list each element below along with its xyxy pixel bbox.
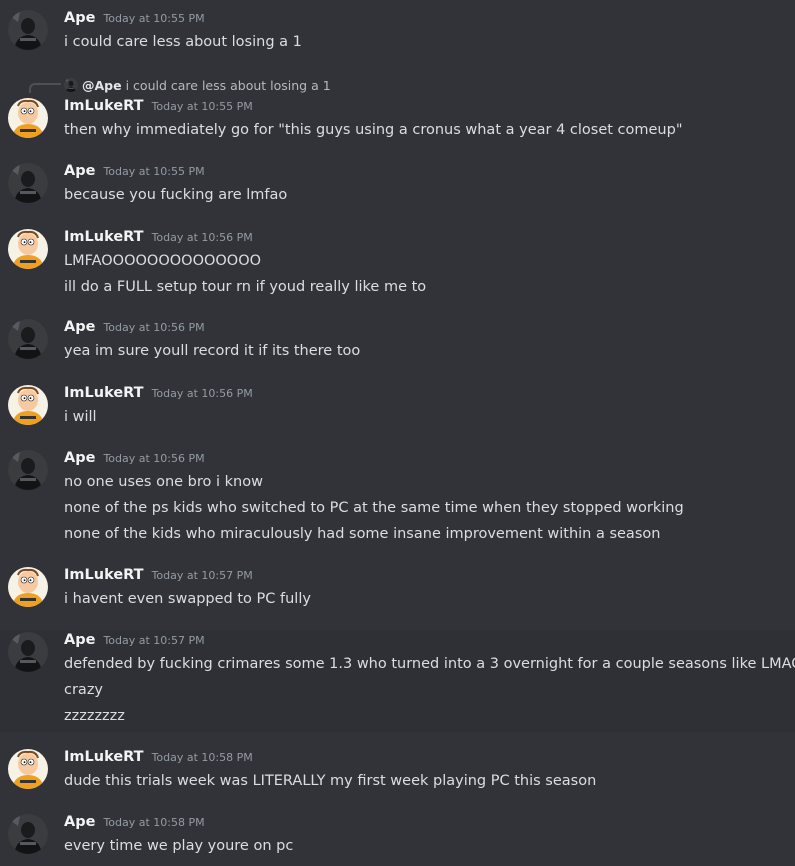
message-header: ImLukeRT Today at 10:55 PM — [64, 98, 253, 118]
message-text: none of the kids who miraculously had so… — [64, 526, 661, 542]
username[interactable]: Ape — [64, 632, 95, 648]
reply-preview[interactable]: @Ape i could care less about losing a 1 — [64, 76, 331, 94]
message-text: i could care less about losing a 1 — [64, 34, 302, 50]
message-item[interactable]: Ape Today at 10:56 PM yea im sure youll re… — [0, 317, 795, 367]
message-text: defended by fucking crimares some 1.3 wh… — [64, 656, 795, 672]
message-item[interactable]: Ape Today at 10:55 PM i could care less ab… — [0, 8, 795, 58]
message-item[interactable]: @Ape i could care less about losing a 1 Im… — [0, 74, 795, 146]
ape-avatar-icon[interactable] — [8, 163, 48, 203]
username[interactable]: ImLukeRT — [64, 98, 144, 114]
timestamp[interactable]: Today at 10:55 PM — [103, 165, 204, 178]
message-item[interactable]: ImLukeRT Today at 10:56 PM i will — [0, 383, 795, 433]
timestamp[interactable]: Today at 10:57 PM — [152, 569, 253, 582]
message-text: none of the ps kids who switched to PC a… — [64, 500, 684, 516]
message-header: ImLukeRT Today at 10:56 PM — [64, 229, 253, 249]
ape-avatar-icon[interactable] — [8, 814, 48, 854]
message-header: Ape Today at 10:58 PM — [64, 814, 205, 834]
message-header: Ape Today at 10:55 PM — [64, 10, 205, 30]
username[interactable]: ImLukeRT — [64, 385, 144, 401]
peter-avatar-icon[interactable] — [8, 567, 48, 607]
reply-text: i could care less about losing a 1 — [125, 77, 331, 93]
message-text: no one uses one bro i know — [64, 474, 263, 490]
ape-avatar-icon[interactable] — [8, 10, 48, 50]
message-text: i will — [64, 409, 97, 425]
message-header: Ape Today at 10:56 PM — [64, 319, 205, 339]
message-item[interactable]: Ape Today at 10:55 PM because you fucking … — [0, 161, 795, 211]
message-text: zzzzzzzz — [64, 708, 125, 724]
message-item[interactable]: ImLukeRT Today at 10:57 PM i havent even s… — [0, 565, 795, 615]
username[interactable]: ImLukeRT — [64, 567, 144, 583]
message-text: dude this trials week was LITERALLY my f… — [64, 773, 597, 789]
username[interactable]: Ape — [64, 10, 95, 26]
reply-author[interactable]: @Ape — [82, 78, 122, 93]
timestamp[interactable]: Today at 10:55 PM — [103, 12, 204, 25]
username[interactable]: Ape — [64, 450, 95, 466]
message-header: ImLukeRT Today at 10:56 PM — [64, 385, 253, 405]
timestamp[interactable]: Today at 10:56 PM — [103, 452, 204, 465]
message-item[interactable]: ImLukeRT Today at 10:56 PM LMFAOOOOOOOOOOO… — [0, 227, 795, 303]
message-header: ImLukeRT Today at 10:58 PM — [64, 749, 253, 769]
ape-avatar-icon[interactable] — [8, 450, 48, 490]
timestamp[interactable]: Today at 10:56 PM — [152, 231, 253, 244]
message-text: i havent even swapped to PC fully — [64, 591, 311, 607]
timestamp[interactable]: Today at 10:58 PM — [103, 816, 204, 829]
message-item[interactable]: Ape Today at 10:58 PM every time we play y… — [0, 812, 795, 862]
ape-avatar-icon[interactable] — [8, 632, 48, 672]
message-text: crazy — [64, 682, 104, 698]
username[interactable]: Ape — [64, 163, 95, 179]
message-text: LMFAOOOOOOOOOOOOOO — [64, 253, 262, 269]
message-text: yea im sure youll record it if its there… — [64, 343, 361, 359]
reply-avatar-icon — [64, 78, 78, 92]
username[interactable]: Ape — [64, 319, 95, 335]
timestamp[interactable]: Today at 10:56 PM — [152, 387, 253, 400]
message-text: every time we play youre on pc — [64, 838, 294, 854]
message-item[interactable]: Ape Today at 10:56 PM no one uses one bro … — [0, 448, 795, 550]
reply-connector — [29, 83, 61, 93]
username[interactable]: ImLukeRT — [64, 229, 144, 245]
message-header: Ape Today at 10:55 PM — [64, 163, 205, 183]
message-header: ImLukeRT Today at 10:57 PM — [64, 567, 253, 587]
timestamp[interactable]: Today at 10:56 PM — [103, 321, 204, 334]
ape-avatar-icon[interactable] — [8, 319, 48, 359]
timestamp[interactable]: Today at 10:58 PM — [152, 751, 253, 764]
peter-avatar-icon[interactable] — [8, 98, 48, 138]
message-text: ill do a FULL setup tour rn if youd real… — [64, 279, 427, 295]
peter-avatar-icon[interactable] — [8, 229, 48, 269]
message-item[interactable]: ImLukeRT Today at 10:58 PM dude this trial… — [0, 747, 795, 797]
username[interactable]: ImLukeRT — [64, 749, 144, 765]
timestamp[interactable]: Today at 10:57 PM — [103, 634, 204, 647]
message-item[interactable]: Ape Today at 10:57 PM defended by fucking … — [0, 630, 795, 732]
message-header: Ape Today at 10:56 PM — [64, 450, 205, 470]
message-text: because you fucking are lmfao — [64, 187, 288, 203]
timestamp[interactable]: Today at 10:55 PM — [152, 100, 253, 113]
peter-avatar-icon[interactable] — [8, 749, 48, 789]
peter-avatar-icon[interactable] — [8, 385, 48, 425]
message-text: then why immediately go for "this guys u… — [64, 122, 683, 138]
username[interactable]: Ape — [64, 814, 95, 830]
message-header: Ape Today at 10:57 PM — [64, 632, 205, 652]
